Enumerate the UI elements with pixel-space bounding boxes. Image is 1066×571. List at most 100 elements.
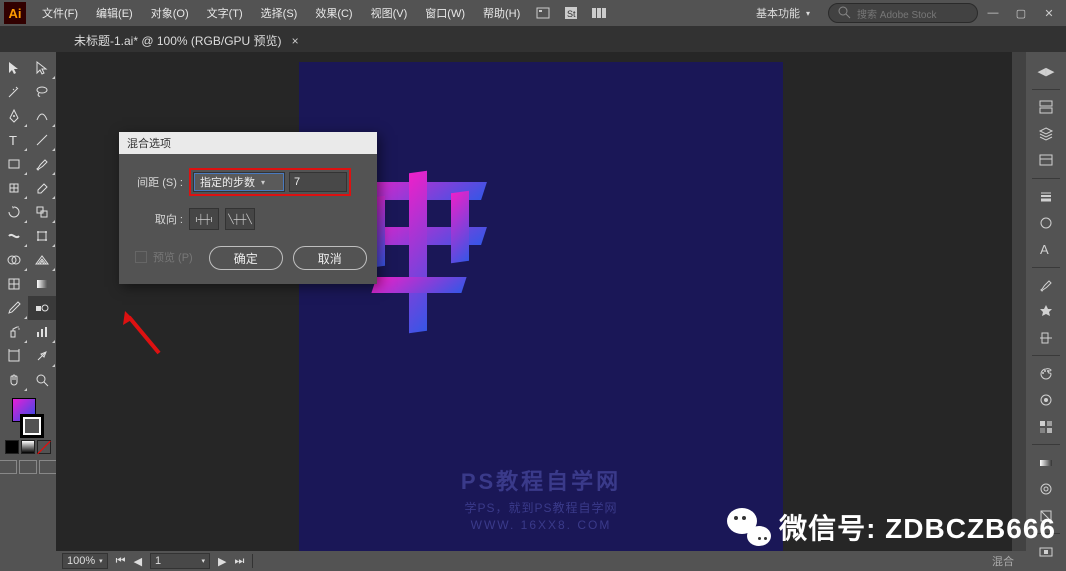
artboard-nav-dropdown[interactable]: 1▾	[150, 553, 210, 569]
workspace-switcher[interactable]: 基本功能▾	[746, 3, 820, 23]
free-transform-tool[interactable]	[28, 224, 56, 248]
ok-button[interactable]: 确定	[209, 246, 283, 270]
hand-tool[interactable]	[0, 368, 28, 392]
libraries-panel-icon[interactable]	[1029, 147, 1063, 174]
perspective-grid-tool[interactable]	[28, 248, 56, 272]
zoom-tool[interactable]	[28, 368, 56, 392]
tab-close-icon[interactable]: ×	[292, 34, 299, 48]
menu-object[interactable]: 对象(O)	[143, 1, 197, 25]
nav-last-icon[interactable]: ⏭	[235, 555, 245, 568]
draw-behind[interactable]	[19, 460, 37, 474]
orient-align-page[interactable]: ı┼┼ı	[189, 208, 219, 230]
nav-prev-icon[interactable]: ◀	[134, 555, 142, 568]
chevron-down-icon: ▾	[261, 178, 265, 187]
menu-view[interactable]: 视图(V)	[363, 1, 416, 25]
eyedropper-tool[interactable]	[0, 296, 28, 320]
lasso-tool[interactable]	[28, 80, 56, 104]
properties-panel-icon[interactable]	[1029, 94, 1063, 121]
width-tool[interactable]	[0, 224, 28, 248]
brushes-panel-icon[interactable]	[1029, 271, 1063, 298]
document-tab[interactable]: 未标题-1.ai* @ 100% (RGB/GPU 预览) ×	[64, 28, 309, 52]
menu-select[interactable]: 选择(S)	[253, 1, 306, 25]
symbol-sprayer-tool[interactable]	[0, 320, 28, 344]
line-tool[interactable]	[28, 128, 56, 152]
svg-text:A: A	[1040, 242, 1049, 257]
watermark-url: WWW. 16XX8. COM	[299, 518, 783, 532]
close-button[interactable]: ✕	[1037, 5, 1061, 21]
menu-type[interactable]: 文字(T)	[199, 1, 251, 25]
draw-inside[interactable]	[39, 460, 57, 474]
menu-window[interactable]: 窗口(W)	[417, 1, 473, 25]
stroke-panel-icon[interactable]	[1029, 183, 1063, 210]
slice-tool[interactable]	[28, 344, 56, 368]
tab-title: 未标题-1.ai* @ 100% (RGB/GPU 预览)	[74, 32, 282, 49]
eraser-tool[interactable]	[28, 176, 56, 200]
orient-align-path[interactable]: ╲┼┼╲	[225, 208, 255, 230]
color-panel-icon[interactable]	[1029, 360, 1063, 387]
gradient-mode[interactable]	[21, 440, 35, 454]
type-tool[interactable]: T	[0, 128, 28, 152]
stock-icon[interactable]: St	[561, 3, 581, 23]
right-panel-dock: ◀▶ A	[1026, 52, 1066, 571]
color-guide-panel-icon[interactable]	[1029, 387, 1063, 414]
scale-tool[interactable]	[28, 200, 56, 224]
canvas-area: PS教程自学网 学PS，就到PS教程自学网 WWW. 16XX8. COM 混合…	[56, 52, 1026, 571]
solid-color-mode[interactable]	[5, 440, 19, 454]
minimize-button[interactable]: —	[981, 5, 1005, 21]
gradient-panel-icon[interactable]	[1029, 449, 1063, 476]
menu-file[interactable]: 文件(F)	[34, 1, 86, 25]
cancel-button[interactable]: 取消	[293, 246, 367, 270]
shape-builder-tool[interactable]	[0, 248, 28, 272]
spacing-label: 间距 (S) :	[129, 174, 183, 190]
zoom-dropdown[interactable]: 100%▾	[62, 553, 108, 569]
bridge-icon[interactable]	[533, 3, 553, 23]
artboard-tool[interactable]	[0, 344, 28, 368]
rectangle-tool[interactable]	[0, 152, 28, 176]
dialog-title[interactable]: 混合选项	[119, 132, 377, 154]
layers-panel-icon[interactable]	[1029, 120, 1063, 147]
magic-wand-tool[interactable]	[0, 80, 28, 104]
arrange-icon[interactable]	[589, 3, 609, 23]
rotate-tool[interactable]	[0, 200, 28, 224]
mesh-tool[interactable]	[0, 272, 28, 296]
search-field[interactable]: 搜索 Adobe Stock	[828, 3, 978, 23]
column-graph-tool[interactable]	[28, 320, 56, 344]
nav-first-icon[interactable]: ⏮	[116, 555, 126, 568]
symbols-panel-icon[interactable]	[1029, 298, 1063, 325]
menu-effect[interactable]: 效果(C)	[307, 1, 360, 25]
spacing-value-input[interactable]: 7	[289, 172, 347, 192]
preview-checkbox: 预览 (P)	[135, 249, 193, 265]
shaper-tool[interactable]	[0, 176, 28, 200]
svg-text:T: T	[9, 133, 17, 148]
maximize-button[interactable]: ▢	[1009, 5, 1033, 21]
align-panel-icon[interactable]	[1029, 325, 1063, 352]
selection-tool[interactable]	[0, 56, 28, 80]
spacing-option-label: 指定的步数	[200, 174, 255, 190]
panel-expand-icon[interactable]: ◀▶	[1029, 58, 1063, 85]
spacing-dropdown[interactable]: 指定的步数 ▾	[193, 172, 285, 192]
swatches-panel-icon[interactable]	[1029, 414, 1063, 441]
nav-next-icon[interactable]: ▶	[218, 555, 226, 568]
blend-tool[interactable]	[28, 296, 56, 320]
pen-tool[interactable]	[0, 104, 28, 128]
stroke-swatch[interactable]	[20, 414, 44, 438]
none-mode[interactable]	[37, 440, 51, 454]
orientation-label: 取向 :	[129, 211, 183, 227]
paintbrush-tool[interactable]	[28, 152, 56, 176]
draw-normal[interactable]	[0, 460, 17, 474]
canvas[interactable]: PS教程自学网 学PS，就到PS教程自学网 WWW. 16XX8. COM	[56, 52, 1026, 551]
curvature-tool[interactable]	[28, 104, 56, 128]
direct-selection-tool[interactable]	[28, 56, 56, 80]
gradient-tool[interactable]	[28, 272, 56, 296]
draw-modes	[0, 460, 57, 474]
transparency-panel-icon[interactable]	[1029, 209, 1063, 236]
menu-help[interactable]: 帮助(H)	[475, 1, 528, 25]
fill-stroke-control[interactable]	[8, 398, 48, 438]
vertical-scrollbar[interactable]	[1012, 52, 1026, 551]
type-panel-icon[interactable]: A	[1029, 236, 1063, 263]
zoom-value: 100%	[67, 555, 95, 567]
appearance-panel-icon[interactable]	[1029, 476, 1063, 503]
menu-edit[interactable]: 编辑(E)	[88, 1, 141, 25]
wechat-overlay: 微信号: ZDBCZB666	[717, 501, 1066, 553]
document-tabbar: 未标题-1.ai* @ 100% (RGB/GPU 预览) ×	[0, 26, 1066, 52]
